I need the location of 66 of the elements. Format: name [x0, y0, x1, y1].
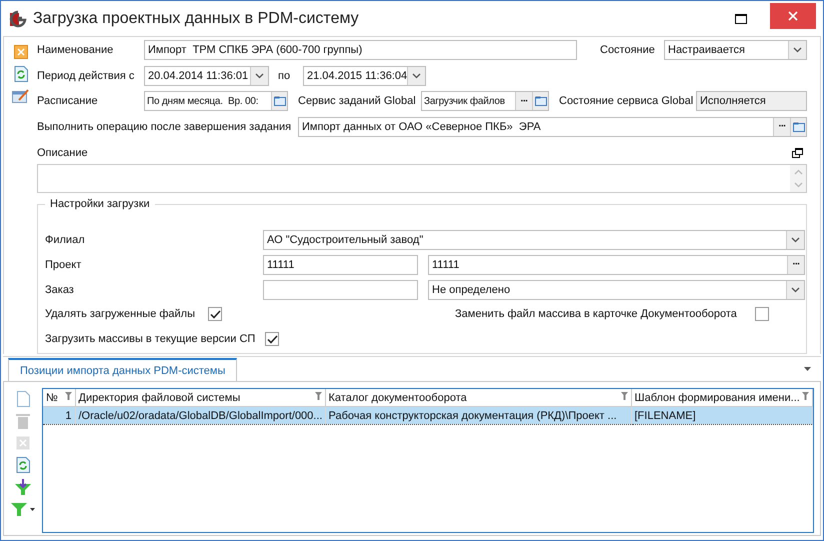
browse-button[interactable]: ···: [515, 92, 532, 110]
table-cell: Рабочая конструкторская документация (РКД)\Проект ...: [328, 410, 617, 422]
date-from-picker[interactable]: 20.04.2014 11:36:01: [144, 66, 269, 86]
browse-button[interactable]: ···: [787, 256, 804, 274]
maximize-icon: [735, 14, 747, 24]
description-field[interactable]: [37, 164, 807, 193]
service-field[interactable]: Загрузчик файлов ···: [421, 91, 549, 111]
field-label: Состояние: [600, 44, 656, 56]
chevron-down-icon: [412, 72, 422, 78]
field-label: Расписание: [37, 95, 99, 107]
date-to-picker[interactable]: 21.04.2015 11:36:04: [303, 66, 426, 86]
state-dropdown[interactable]: Настраивается: [664, 40, 807, 60]
close-icon: [788, 10, 798, 20]
window-title: Загрузка проектных данных в PDM-систему: [33, 10, 359, 28]
dropdown-button[interactable]: [407, 66, 425, 84]
field-label: Описание: [37, 146, 88, 159]
checkbox[interactable]: [755, 307, 769, 322]
schedule-field[interactable]: По дням месяца. Вр. 00:: [144, 91, 288, 111]
filter-icon[interactable]: [620, 392, 628, 400]
project-field[interactable]: 11111 ···: [428, 254, 805, 275]
folder-icon[interactable]: [532, 92, 548, 110]
field-label: Заказ: [45, 284, 75, 296]
field-label: по: [278, 70, 292, 82]
dropdown-button[interactable]: [250, 66, 268, 84]
table-cell: 1: [65, 410, 72, 422]
checkbox-label: Заменить файл массива в карточке Документооборота: [455, 308, 738, 320]
close-button[interactable]: [770, 2, 816, 28]
after-operation-field[interactable]: Импорт данных от ОАО «Северное ПКБ» ЭРА ···: [298, 116, 807, 136]
field-label: Выполнить операцию после завершения задания: [37, 120, 292, 132]
branch-dropdown[interactable]: АО "Судостроительный завод": [263, 230, 805, 250]
tab[interactable]: Позиции импорта данных PDM-системы: [8, 358, 238, 381]
field-label: Проект: [45, 258, 82, 271]
filter-icon[interactable]: [802, 392, 809, 400]
chevron-down-icon: [791, 286, 800, 293]
service-state-field: Исполняется: [696, 91, 807, 111]
checkbox-label: Загрузить массивы в текущие версии СП: [45, 333, 256, 346]
project-code-field[interactable]: 11111: [263, 254, 418, 275]
browse-button[interactable]: ···: [773, 118, 790, 136]
table-cell: [FILENAME]: [634, 410, 696, 422]
field-label: Сервис заданий Global: [298, 95, 417, 107]
folder-icon[interactable]: [790, 118, 806, 136]
checkbox-label: Удалять загруженные файлы: [45, 308, 196, 320]
filter-icon[interactable]: [314, 392, 322, 400]
table-cell: /Oracle/u02/oradata/GlobalDB/GlobalImport/000...: [78, 410, 322, 422]
table-row[interactable]: 1 /Oracle/u02/oradata/GlobalDB/GlobalImport/000... Рабочая конструкторская документация (РКД)\Проект ... [FILENAME]: [43, 406, 812, 424]
order-code-field[interactable]: [263, 280, 418, 300]
dropdown-arrow-icon[interactable]: [804, 367, 811, 371]
chevron-down-icon: [791, 237, 800, 243]
field-label: Состояние сервиса Global: [559, 95, 694, 107]
field-label: Период действия с: [37, 70, 136, 82]
field-label: Филиал: [45, 234, 86, 246]
chevron-down-icon: [793, 47, 802, 53]
name-field[interactable]: Импорт ТРМ СПКБ ЭРА (600-700 группы): [144, 40, 577, 60]
group-title: Настройки загрузки: [45, 198, 155, 210]
order-dropdown[interactable]: Не определено: [428, 280, 805, 300]
checkbox[interactable]: [208, 307, 222, 322]
field-label: Наименование: [37, 44, 114, 56]
folder-icon[interactable]: [271, 92, 287, 110]
dropdown-button[interactable]: [786, 280, 804, 299]
app-logo-icon: [9, 10, 27, 28]
checkbox[interactable]: [265, 332, 279, 346]
dropdown-button[interactable]: [786, 231, 804, 249]
dropdown-button[interactable]: [788, 41, 806, 59]
filter-icon[interactable]: [64, 392, 72, 400]
chevron-down-icon: [255, 72, 264, 78]
restore-icon[interactable]: [792, 148, 803, 158]
